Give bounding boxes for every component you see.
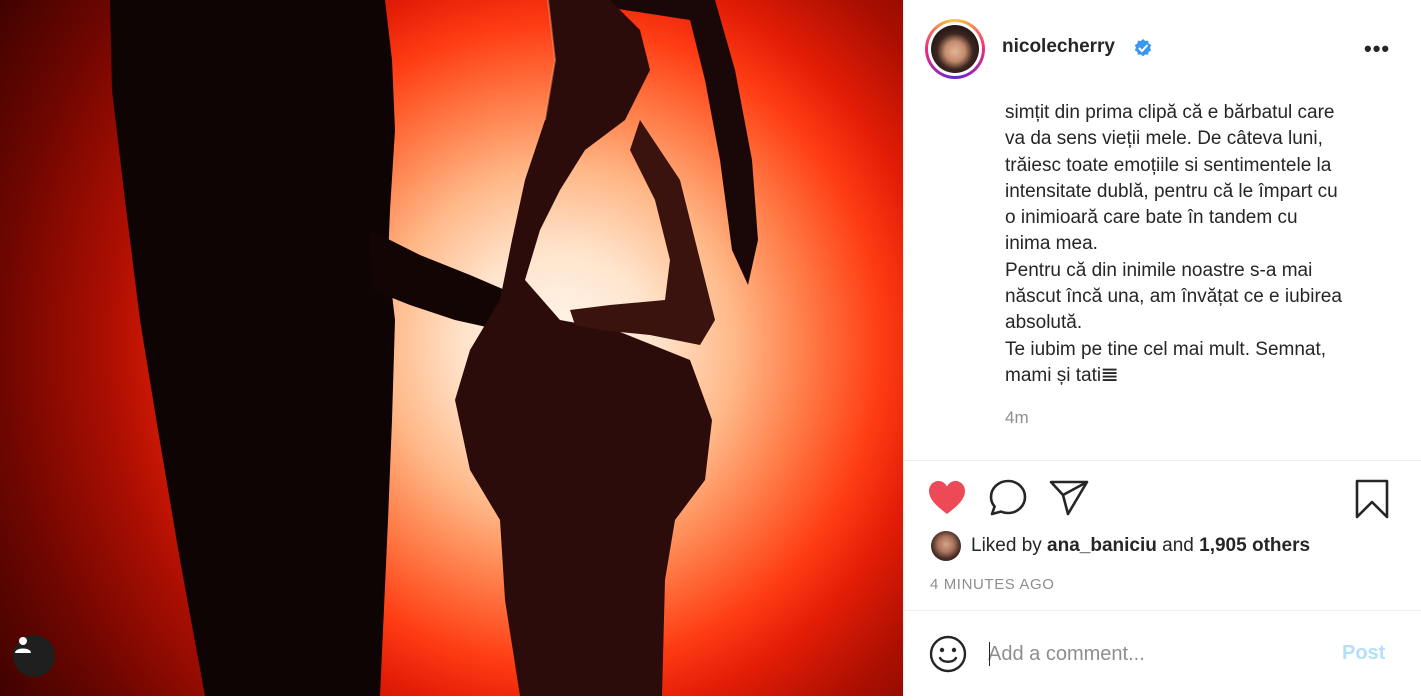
caption-line: absolută. <box>1005 312 1083 334</box>
share-icon[interactable] <box>1048 478 1090 518</box>
post-details-panel: nicolecherry ••• simțit din prima clipă … <box>903 0 1421 696</box>
couple-silhouette <box>110 0 758 696</box>
likes-summary: Liked by ana_baniciu and 1,905 others <box>931 530 1310 562</box>
emoji-icon[interactable] <box>928 634 968 674</box>
caption-age[interactable]: 4m <box>1005 408 1029 428</box>
caption-line: trăiesc toate emoțiile si sentimentele l… <box>1005 154 1332 176</box>
post-caption: simțit din prima clipă că e bărbatul car… <box>1005 100 1400 389</box>
likes-others-link[interactable]: 1,905 others <box>1199 535 1310 556</box>
divider <box>904 460 1421 461</box>
comment-icon[interactable] <box>988 478 1028 518</box>
heart-icon[interactable] <box>926 478 968 518</box>
post-photo[interactable] <box>0 0 903 696</box>
post-timestamp[interactable]: 4 MINUTES AGO <box>930 576 1055 593</box>
caption-line: Te iubim pe tine cel mai mult. Semnat, <box>1005 338 1327 360</box>
caption-line: simțit din prima clipă că e bărbatul car… <box>1005 102 1335 123</box>
comment-input[interactable] <box>988 637 1318 671</box>
caption-line: intensitate dublă, pentru că le împart c… <box>1005 180 1338 202</box>
liker-username[interactable]: ana_baniciu <box>1047 535 1157 556</box>
avatar <box>931 25 979 73</box>
user-tag-icon[interactable] <box>13 635 55 677</box>
verified-badge-icon <box>1134 39 1152 57</box>
text-caret <box>989 642 990 666</box>
bookmark-icon[interactable] <box>1354 478 1390 520</box>
post-comment-button[interactable]: Post <box>1342 642 1385 665</box>
action-bar <box>904 470 1421 526</box>
caption-line: va da sens vieții mele. De câteva luni, <box>1005 128 1323 150</box>
more-options-icon[interactable]: ••• <box>1364 36 1390 62</box>
story-ring[interactable] <box>925 19 985 79</box>
username-link[interactable]: nicolecherry <box>1002 36 1115 58</box>
liker-avatar[interactable] <box>931 531 961 561</box>
likes-prefix: Liked by <box>971 535 1048 556</box>
caption-line: o inimioară care bate în tandem cu <box>1005 207 1298 229</box>
caption-line: mami și tati𝌆 <box>1005 364 1119 386</box>
post-header: nicolecherry ••• <box>904 0 1421 96</box>
caption-line: născut încă una, am învățat ce e iubirea <box>1005 286 1342 308</box>
caption-line: Pentru că din inimile noastre s-a mai <box>1005 259 1313 281</box>
divider <box>904 610 1421 611</box>
likes-middle: and <box>1156 535 1200 556</box>
caption-line: inima mea. <box>1005 233 1098 255</box>
